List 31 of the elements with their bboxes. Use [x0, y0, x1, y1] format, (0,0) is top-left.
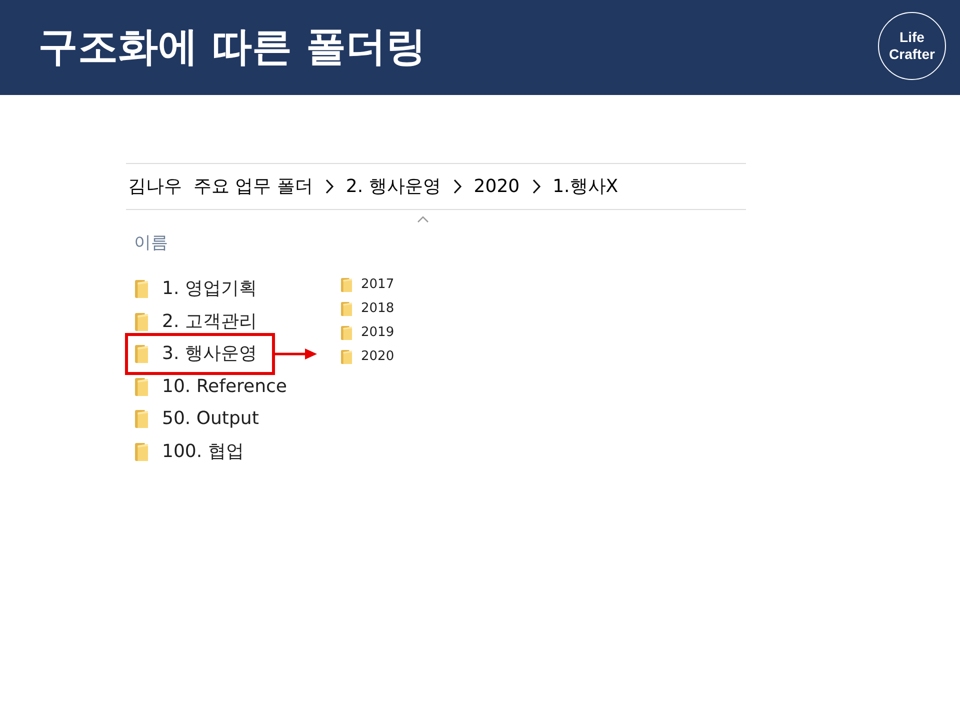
folder-icon [135, 410, 148, 428]
folder-item[interactable]: 2017 [341, 277, 394, 293]
column-header[interactable]: 이름 [126, 233, 168, 253]
folder-icon [135, 312, 148, 331]
folder-icon [341, 302, 352, 316]
folder-icon [341, 278, 352, 292]
breadcrumb-item[interactable]: 1.행사X [552, 176, 618, 198]
folder-item[interactable]: 2019 [341, 325, 394, 341]
breadcrumb-item[interactable]: 2020 [474, 176, 520, 198]
folder-item[interactable]: 10. Reference [126, 376, 287, 398]
slide-title: 구조화에 따른 폴더링 [38, 22, 426, 70]
caret-up-icon [417, 216, 429, 223]
logo: Life Crafter [878, 12, 946, 80]
folder-icon [341, 350, 352, 364]
folder-icon [341, 326, 352, 340]
chevron-right-icon [452, 179, 462, 194]
folder-item[interactable]: 2020 [341, 349, 394, 365]
folder-icon [135, 378, 148, 396]
folder-icon [135, 280, 148, 298]
folder-icon [135, 442, 148, 461]
breadcrumb-item[interactable]: 2. 행사운영 [346, 176, 441, 198]
folder-item[interactable]: 2. 고객관리 [126, 310, 257, 333]
folder-item[interactable]: 2018 [341, 301, 394, 317]
folder-item[interactable]: 3. 행사운영 [128, 343, 257, 366]
folder-item[interactable]: 50. Output [126, 408, 259, 430]
folder-item[interactable]: 100. 협업 [126, 440, 244, 463]
chevron-right-icon [532, 179, 541, 194]
folder-icon [135, 345, 148, 364]
folder-item[interactable]: 1. 영업기획 [126, 278, 257, 300]
breadcrumb-item[interactable]: 김나우 주요 업무 폴더 [128, 176, 313, 198]
chevron-right-icon [324, 179, 334, 194]
